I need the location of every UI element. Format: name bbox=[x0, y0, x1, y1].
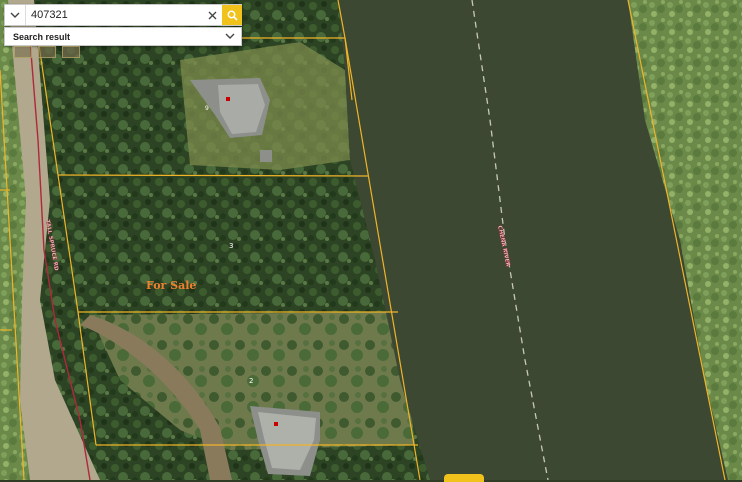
tool-button[interactable] bbox=[38, 46, 56, 58]
close-icon bbox=[208, 11, 216, 19]
bottom-panel-handle[interactable] bbox=[444, 474, 484, 482]
search-input[interactable]: 407321 bbox=[26, 9, 202, 21]
lot-label-2: 2 bbox=[249, 377, 253, 385]
lot-label-3: 3 bbox=[229, 242, 233, 250]
search-result-label: Search result bbox=[13, 31, 71, 42]
search-bar: 407321 bbox=[4, 4, 242, 26]
for-sale-label: For Sale bbox=[146, 279, 196, 292]
chevron-down-icon[interactable] bbox=[225, 33, 235, 40]
lot-label-9: 9 bbox=[205, 105, 209, 112]
clear-search-button[interactable] bbox=[202, 5, 222, 25]
chevron-down-icon bbox=[10, 12, 20, 18]
search-result-panel[interactable]: Search result bbox=[4, 27, 242, 46]
search-type-dropdown[interactable] bbox=[5, 5, 26, 25]
search-button[interactable] bbox=[222, 5, 242, 25]
aerial-map[interactable]: 3 2 9 TALL SPRUCE RD CHENA RIVER For Sal… bbox=[0, 0, 742, 480]
tool-button[interactable] bbox=[62, 46, 80, 58]
map-tools bbox=[14, 46, 80, 58]
tool-button[interactable] bbox=[14, 46, 32, 58]
search-icon bbox=[227, 10, 238, 21]
